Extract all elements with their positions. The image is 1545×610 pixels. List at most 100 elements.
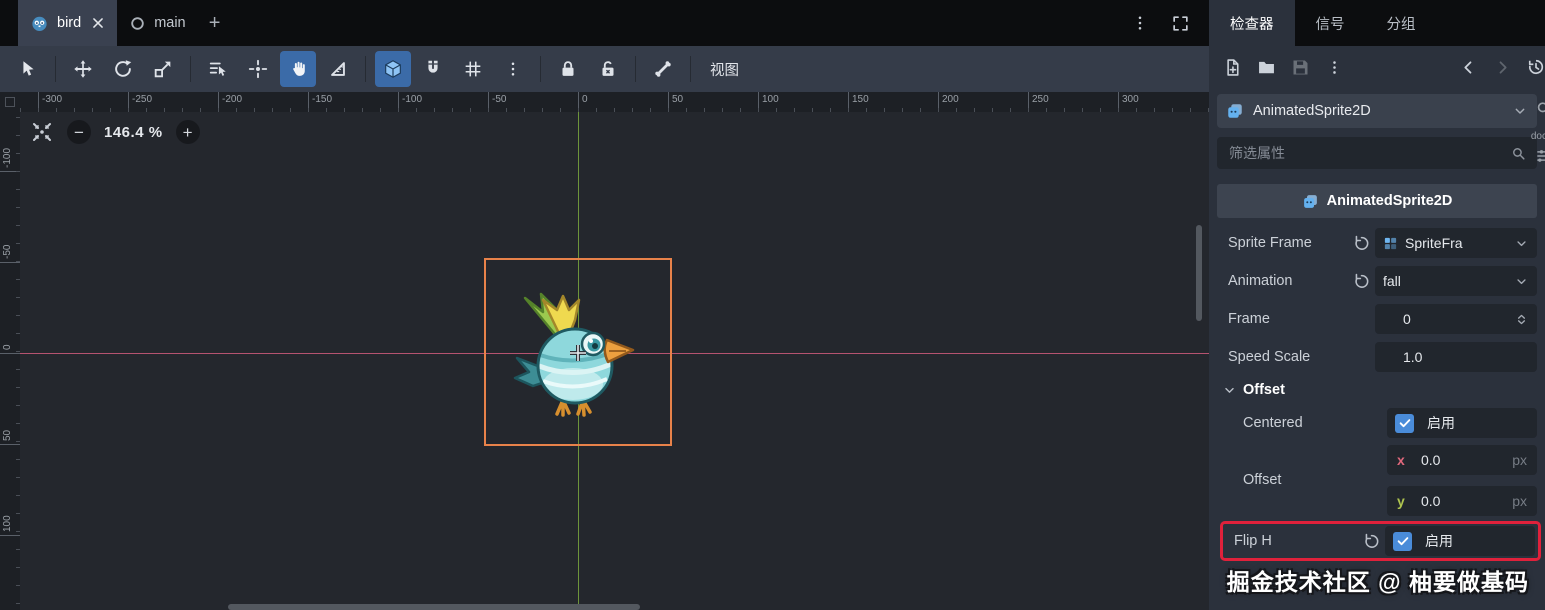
checkbox-checked-icon[interactable]: [1395, 414, 1414, 433]
doc-label: doc: [1531, 131, 1545, 142]
save-resource-icon[interactable]: [1283, 50, 1317, 84]
ruler-label: -150: [308, 92, 332, 112]
scene-tab-bird[interactable]: bird: [18, 0, 117, 46]
grid-snap-magnet-icon[interactable]: [415, 51, 451, 87]
inspector-section-header[interactable]: AnimatedSprite2D: [1217, 184, 1537, 218]
property-label: Sprite Frame: [1228, 235, 1347, 251]
filter-properties-input[interactable]: [1227, 144, 1510, 162]
clipped-search-doc-icon[interactable]: [1534, 99, 1545, 119]
ruler-label: -50: [0, 262, 20, 263]
canvas-editor-toolbar: 视图: [0, 46, 1209, 92]
ruler-label: 0: [578, 92, 588, 112]
ruler-label: 150: [848, 92, 869, 112]
ruler-label: -250: [128, 92, 152, 112]
history-forward-icon[interactable]: [1485, 50, 1519, 84]
add-scene-tab-button[interactable]: +: [198, 0, 232, 46]
scale-tool-icon[interactable]: [145, 51, 181, 87]
zoom-out-button[interactable]: −: [67, 120, 91, 144]
animated-sprite-2d-icon: [1302, 193, 1319, 210]
ruler-label: 50: [668, 92, 683, 112]
godot-editor-window: bird main +: [0, 0, 1545, 610]
animation-value: fall: [1383, 273, 1514, 289]
property-row-animation: Animation fall: [1209, 262, 1545, 300]
checkbox-checked-icon[interactable]: [1393, 532, 1412, 551]
horizontal-scrollbar[interactable]: [228, 604, 640, 610]
axis-x-label: x: [1397, 452, 1411, 468]
smart-snap-icon[interactable]: [375, 51, 411, 87]
zoom-in-button[interactable]: +: [176, 120, 200, 144]
ruler-label: -300: [38, 92, 62, 112]
vertical-scrollbar[interactable]: [1196, 225, 1202, 321]
tab-inspector[interactable]: 检查器: [1209, 0, 1295, 46]
new-resource-icon[interactable]: [1215, 50, 1249, 84]
tab-groups[interactable]: 分组: [1366, 0, 1437, 46]
animation-dropdown[interactable]: fall: [1375, 266, 1537, 296]
sprite-frames-resource-icon: [1383, 236, 1398, 251]
resource-options-menu-icon[interactable]: [1317, 50, 1351, 84]
offset-y-field[interactable]: y 0.0 px: [1387, 486, 1537, 516]
group-label: Offset: [1243, 382, 1285, 398]
frame-spinbox[interactable]: 0: [1375, 304, 1537, 334]
speed-scale-value: 1.0: [1403, 349, 1529, 365]
flip-h-highlight-box: Flip H 启用: [1220, 521, 1541, 561]
select-tool-icon[interactable]: [10, 51, 46, 87]
move-tool-icon[interactable]: [65, 51, 101, 87]
property-label: Offset: [1243, 472, 1387, 488]
centered-checkbox-field[interactable]: 启用: [1387, 408, 1537, 438]
ruler-label: 100: [0, 535, 20, 536]
toolbar-separator: [690, 56, 691, 82]
pan-tool-icon[interactable]: [280, 51, 316, 87]
animated-sprite-2d-icon: [1226, 102, 1244, 120]
property-list: Sprite Frame SpriteFra Animation fall Fr…: [1209, 218, 1545, 561]
node-origin-gizmo[interactable]: [569, 344, 587, 362]
property-row-frame: Frame 0: [1209, 300, 1545, 338]
tune-sliders-icon[interactable]: [1534, 146, 1545, 166]
ruler-tool-icon[interactable]: [320, 51, 356, 87]
lock-icon[interactable]: [550, 51, 586, 87]
offset-x-field[interactable]: x 0.0 px: [1387, 445, 1537, 475]
node-selector-dropdown[interactable]: AnimatedSprite2D: [1217, 94, 1537, 128]
load-resource-folder-icon[interactable]: [1249, 50, 1283, 84]
rotate-tool-icon[interactable]: [105, 51, 141, 87]
tab-signals[interactable]: 信号: [1295, 0, 1366, 46]
revert-icon[interactable]: [1357, 532, 1385, 551]
sprite-frames-resource-dropdown[interactable]: SpriteFra: [1375, 228, 1537, 258]
filter-properties-field[interactable]: [1217, 137, 1537, 169]
scene-tabs-menu-icon[interactable]: [1125, 8, 1155, 38]
revert-icon[interactable]: [1347, 272, 1375, 291]
list-select-tool-icon[interactable]: [200, 51, 236, 87]
ruler-label: 300: [1118, 92, 1139, 112]
speed-scale-spinbox[interactable]: 1.0: [1375, 342, 1537, 372]
grid-icon[interactable]: [455, 51, 491, 87]
zoom-level-value[interactable]: 146.4 %: [104, 124, 163, 141]
revert-icon[interactable]: [1347, 234, 1375, 253]
ruler-horizontal: -300 -250 -200 -150 -100 -50 0 50 100 15…: [20, 92, 1209, 112]
sprite-frames-value: SpriteFra: [1405, 235, 1514, 251]
ruler-label: 250: [1028, 92, 1049, 112]
history-list-icon[interactable]: [1519, 50, 1545, 84]
view-menu-button[interactable]: 视图: [698, 52, 751, 86]
pivot-tool-icon[interactable]: [240, 51, 276, 87]
property-label: Speed Scale: [1228, 349, 1375, 365]
distraction-free-mode-icon[interactable]: [1165, 8, 1195, 38]
scene-tab-label: main: [154, 15, 185, 31]
snapping-options-menu-icon[interactable]: [495, 51, 531, 87]
search-icon: [1510, 145, 1527, 162]
unit-label: px: [1512, 493, 1527, 509]
canvas-viewport[interactable]: -300 -250 -200 -150 -100 -50 0 50 100 15…: [0, 92, 1209, 610]
center-view-icon[interactable]: [30, 120, 54, 144]
ruler-label: 0: [0, 353, 20, 354]
unit-label: px: [1512, 452, 1527, 468]
offset-group-header[interactable]: Offset: [1209, 376, 1545, 404]
toolbar-separator: [190, 56, 191, 82]
unlock-icon[interactable]: [590, 51, 626, 87]
scene-tab-label: bird: [57, 15, 81, 31]
flip-h-checkbox-field[interactable]: 启用: [1385, 526, 1535, 556]
spinner-updown-icon[interactable]: [1514, 312, 1529, 327]
close-icon[interactable]: [91, 16, 105, 30]
skeleton-bone-icon[interactable]: [645, 51, 681, 87]
ruler-label: -100: [398, 92, 422, 112]
history-back-icon[interactable]: [1451, 50, 1485, 84]
ruler-label: -50: [488, 92, 506, 112]
scene-tab-main[interactable]: main: [117, 0, 197, 46]
